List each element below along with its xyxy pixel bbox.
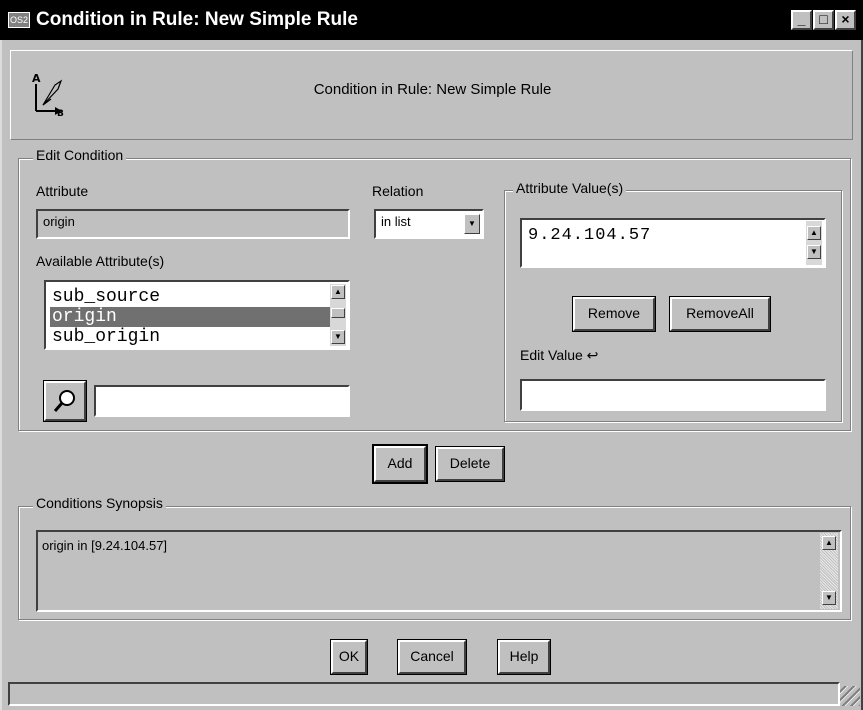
- scroll-up-icon[interactable]: ▲: [822, 536, 836, 550]
- synopsis-textarea[interactable]: origin in [9.24.104.57] ▲ ▼: [36, 530, 842, 612]
- synopsis-scrollbar[interactable]: ▲ ▼: [820, 533, 838, 609]
- scroll-down-icon[interactable]: ▼: [331, 330, 345, 344]
- chevron-down-icon[interactable]: ▼: [464, 214, 480, 234]
- relation-label: Relation: [372, 183, 424, 199]
- attribute-values-legend: Attribute Value(s): [513, 180, 627, 196]
- remove-button[interactable]: Remove: [572, 296, 656, 332]
- edit-condition-legend: Edit Condition: [33, 147, 127, 163]
- close-button[interactable]: ×: [835, 10, 856, 30]
- edit-value-text: Edit Value: [520, 347, 583, 363]
- edit-value-label: Edit Value ↩: [520, 347, 598, 364]
- synopsis-text: origin in [9.24.104.57]: [42, 538, 168, 553]
- window-title: Condition in Rule: New Simple Rule: [36, 9, 358, 30]
- magnifier-icon: [53, 390, 75, 412]
- delete-button[interactable]: Delete: [435, 446, 505, 482]
- cancel-button[interactable]: Cancel: [397, 639, 467, 675]
- svg-text:B: B: [57, 109, 64, 117]
- list-item[interactable]: sub_source: [50, 287, 332, 307]
- list-item[interactable]: sub_origin: [50, 327, 332, 347]
- list-scrollbar[interactable]: ▲ ▼: [330, 284, 346, 346]
- values-scrollbar[interactable]: ▲ ▼: [806, 221, 822, 265]
- remove-all-button[interactable]: RemoveAll: [669, 296, 771, 332]
- maximize-button[interactable]: □: [813, 10, 834, 30]
- app-icon: OS2: [8, 12, 30, 28]
- minimize-button[interactable]: _: [791, 10, 812, 30]
- scroll-up-icon[interactable]: ▲: [807, 226, 821, 240]
- attribute-field: origin: [36, 209, 350, 239]
- title-bar[interactable]: OS2 Condition in Rule: New Simple Rule _…: [0, 0, 863, 40]
- header-title: Condition in Rule: New Simple Rule: [313, 81, 552, 98]
- return-icon: ↩: [586, 348, 599, 364]
- list-item[interactable]: 9.24.104.57: [528, 226, 651, 245]
- relation-value: in list: [381, 214, 411, 229]
- synopsis-legend: Conditions Synopsis: [33, 495, 166, 511]
- resize-grip-icon[interactable]: [840, 686, 860, 706]
- ok-button[interactable]: OK: [330, 639, 368, 675]
- scroll-down-icon[interactable]: ▼: [807, 245, 821, 259]
- status-bar: [8, 682, 840, 706]
- scroll-down-icon[interactable]: ▼: [822, 591, 836, 605]
- scroll-thumb[interactable]: [331, 308, 345, 318]
- list-item-selected[interactable]: origin: [50, 307, 332, 327]
- relation-select[interactable]: in list ▼: [374, 209, 484, 239]
- search-button[interactable]: [43, 380, 87, 422]
- scroll-up-icon[interactable]: ▲: [331, 285, 345, 299]
- help-button[interactable]: Help: [497, 639, 551, 675]
- attribute-values-list[interactable]: 9.24.104.57 ▲ ▼: [520, 218, 826, 268]
- header-panel: A B Condition in Rule: New Simple Rule: [10, 50, 853, 140]
- search-input[interactable]: [94, 385, 350, 417]
- available-attributes-label: Available Attribute(s): [36, 253, 165, 269]
- add-button[interactable]: Add: [372, 444, 428, 484]
- edit-value-input[interactable]: [520, 379, 826, 411]
- available-attributes-list[interactable]: sub_source origin sub_origin ▲ ▼: [44, 280, 350, 350]
- attribute-label: Attribute: [36, 183, 89, 199]
